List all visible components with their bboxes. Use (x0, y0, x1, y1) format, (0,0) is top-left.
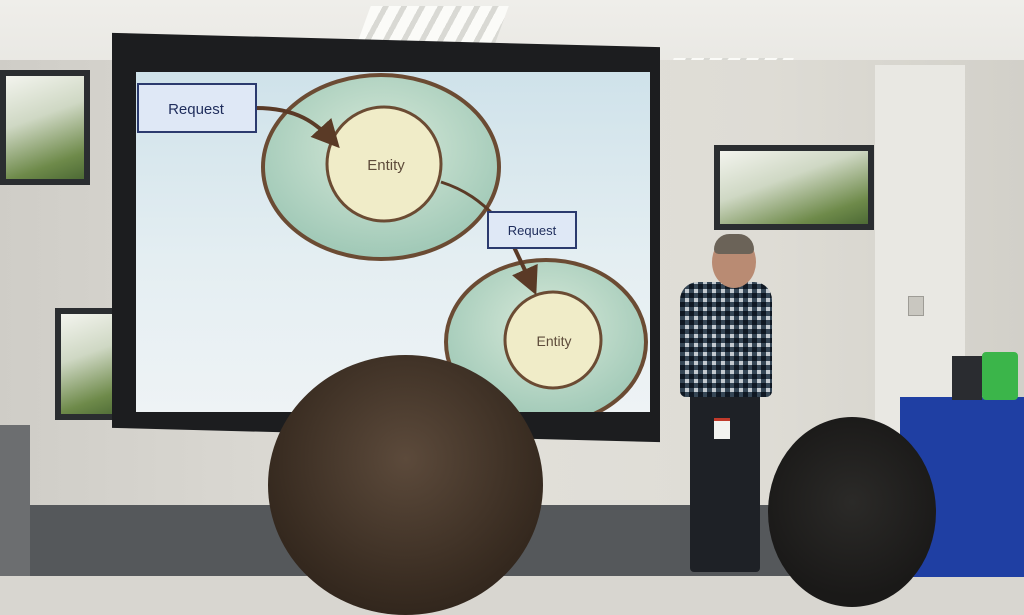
request-box-1: Request (137, 83, 257, 133)
entity-node-2: Entity (503, 290, 603, 390)
water-bottle (982, 352, 1018, 400)
request-label-1: Request (168, 101, 225, 118)
lanyard-badge (714, 418, 730, 439)
audience-head-2 (768, 417, 936, 607)
entity-label-2: Entity (536, 333, 571, 349)
presenter-hair (714, 234, 754, 254)
presenter-shirt (680, 282, 772, 397)
light-switch (908, 296, 924, 316)
entity-label-1: Entity (367, 157, 405, 174)
request-label-2: Request (508, 223, 557, 238)
laptop (952, 356, 982, 400)
audience-head-1 (268, 355, 543, 615)
entity-node-1: Entity (325, 105, 443, 223)
request-box-2: Request (487, 211, 577, 249)
window-right (714, 145, 874, 230)
window-left-top (0, 70, 90, 185)
left-podium (0, 425, 30, 576)
